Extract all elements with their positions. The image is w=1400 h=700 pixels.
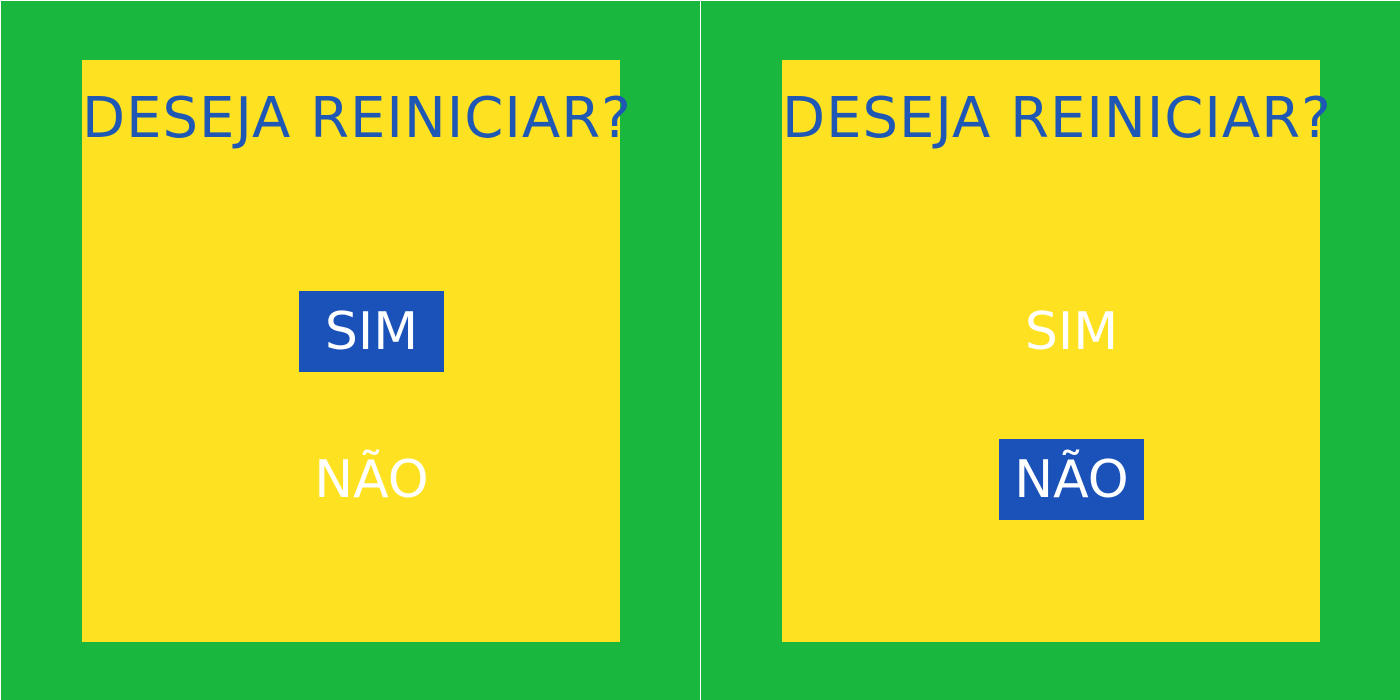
restart-dialog: DESEJA REINICIAR? SIM NÃO — [782, 60, 1332, 642]
restart-dialog: DESEJA REINICIAR? SIM NÃO — [82, 60, 632, 642]
no-option[interactable]: NÃO — [299, 439, 444, 520]
screenshot-pair: DESEJA REINICIAR? SIM NÃO DESEJA REINICI… — [0, 0, 1400, 700]
game-screen-no-selected: DESEJA REINICIAR? SIM NÃO — [701, 1, 1400, 700]
dialog-title: DESEJA REINICIAR? — [82, 86, 632, 151]
yes-option[interactable]: SIM — [999, 291, 1144, 372]
no-option-selected[interactable]: NÃO — [999, 439, 1144, 520]
dialog-title: DESEJA REINICIAR? — [782, 86, 1332, 151]
game-screen-yes-selected: DESEJA REINICIAR? SIM NÃO — [1, 1, 700, 700]
yes-option-selected[interactable]: SIM — [299, 291, 444, 372]
